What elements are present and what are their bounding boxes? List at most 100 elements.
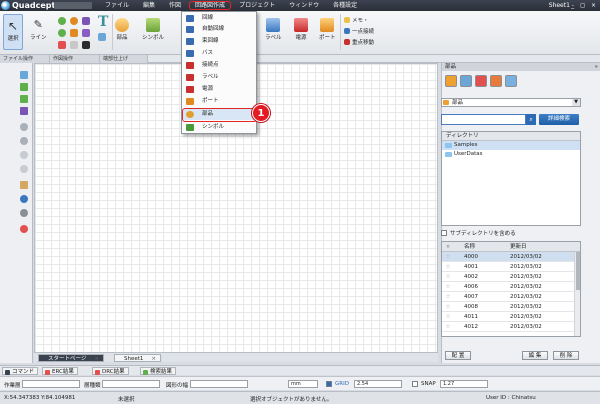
stop-icon[interactable] (20, 225, 28, 233)
grid-checkbox[interactable] (326, 381, 332, 387)
menu-file[interactable]: ファイル (98, 0, 136, 11)
menu-item-junction[interactable]: 接続点 (182, 60, 256, 71)
directory-item[interactable]: Samples (442, 141, 580, 150)
grid-value[interactable]: 2.54 (354, 380, 402, 388)
star-icon[interactable]: ☆ (442, 282, 454, 291)
circle-tool-icon[interactable] (58, 17, 66, 25)
line-tool[interactable]: ✎ ライン (30, 18, 47, 41)
panel-pin-icon[interactable]: » (595, 63, 598, 71)
table-row[interactable]: ☆ 4011 2012/03/02 (442, 312, 580, 322)
name-column-header[interactable]: 名称 (454, 242, 510, 251)
table-row[interactable]: ☆ 4008 2012/03/02 (442, 302, 580, 312)
tab-start-page[interactable]: スタートページ × (38, 354, 104, 362)
table-row[interactable]: ☆ 4006 2012/03/02 (442, 282, 580, 292)
date-column-header[interactable]: 更新日 (510, 242, 570, 251)
label-tool[interactable]: ラベル (265, 18, 282, 41)
table-row[interactable]: ☆ 4012 2012/03/02 (442, 322, 580, 332)
menu-item-bundle-wire[interactable]: 束回線 (182, 36, 256, 47)
zoom-fit-icon[interactable] (20, 151, 28, 159)
window-controls[interactable]: _ ◻ × (571, 0, 598, 11)
memo-command[interactable]: メモ・ (344, 16, 369, 24)
table-row[interactable]: ☆ 4000 2012/03/02 (442, 252, 580, 262)
close-icon[interactable]: × (151, 356, 156, 362)
power-tool[interactable]: 電源 (294, 18, 308, 41)
star-icon[interactable]: ☆ (442, 252, 454, 261)
tab-search-result[interactable]: 検索結果 (140, 367, 177, 375)
panel-footprint-icon[interactable] (475, 75, 487, 87)
tab-erc-result[interactable]: ERC結果 (42, 367, 78, 375)
shape-tool-icon[interactable] (82, 29, 90, 37)
panel-model-icon[interactable] (490, 75, 502, 87)
eraser-tool-icon[interactable] (70, 41, 78, 49)
zoom-in-icon[interactable] (20, 123, 28, 131)
search-icon[interactable]: ⌕ (526, 114, 536, 125)
unit-select[interactable]: mm (288, 380, 318, 388)
snap-value[interactable]: 1.27 (440, 380, 488, 388)
table-row[interactable]: ☆ 4007 2012/03/02 (442, 292, 580, 302)
tab-sheet1[interactable]: Sheet1 × (114, 354, 162, 362)
zoom-out-icon[interactable] (20, 137, 28, 145)
arc-tool-icon[interactable] (70, 17, 78, 25)
menu-item-auto-wire[interactable]: 自動回線 (182, 24, 256, 35)
table-tool-icon[interactable] (98, 33, 106, 41)
directory-item[interactable]: UserDatas (442, 150, 580, 159)
rotation-select[interactable] (190, 380, 248, 388)
star-icon[interactable]: ☆ (442, 272, 454, 281)
include-subdirs-checkbox[interactable] (441, 230, 447, 236)
include-subdirs-option[interactable]: サブディレクトリを含める (441, 229, 516, 237)
table-row[interactable]: ☆ 4001 2012/03/02 (442, 262, 580, 272)
layer-icon[interactable] (20, 107, 28, 115)
star-icon[interactable]: ☆ (442, 322, 454, 331)
sector-tool-icon[interactable] (70, 29, 78, 37)
star-icon[interactable]: ☆ (442, 262, 454, 271)
favorite-column-header[interactable]: ★ (442, 242, 454, 251)
delete-button[interactable]: 削 除 (553, 351, 579, 360)
vertex-move-command[interactable]: 重点移動 (344, 38, 374, 46)
grid-icon[interactable] (20, 195, 28, 203)
menu-item-bus[interactable]: バス (182, 48, 256, 59)
one-point-wire-command[interactable]: 一点接続 (344, 27, 374, 35)
table-row[interactable]: ☆ 4002 2012/03/02 (442, 272, 580, 282)
zoom-area-icon[interactable] (20, 165, 28, 173)
settings-icon[interactable] (20, 209, 28, 217)
menu-draw[interactable]: 作図 (162, 0, 188, 11)
menu-item-label[interactable]: ラベル (182, 72, 256, 83)
menu-item-wire[interactable]: 回線 (182, 13, 256, 24)
menu-item-power[interactable]: 電源 (182, 84, 256, 95)
image-tool-icon[interactable] (58, 41, 66, 49)
ellipse-tool-icon[interactable] (58, 29, 66, 37)
advanced-search-button[interactable]: 詳細検索 (539, 114, 579, 125)
select-tool[interactable]: ↖ 選択 (3, 14, 23, 50)
tab-command[interactable]: コマンド (2, 367, 39, 375)
menu-item-symbol[interactable]: シンボル (182, 122, 256, 133)
panel-symbol-icon[interactable] (460, 75, 472, 87)
close-icon[interactable]: × (94, 356, 99, 362)
scroll-thumb[interactable] (576, 252, 580, 290)
snap-checkbox[interactable] (412, 381, 418, 387)
menu-edit[interactable]: 編集 (136, 0, 162, 11)
layer-select[interactable] (22, 380, 80, 388)
menu-window[interactable]: ウィンドウ (282, 0, 326, 11)
category-select[interactable]: 部品 ▼ (441, 98, 581, 107)
measure-icon[interactable] (20, 181, 28, 189)
search-input[interactable] (441, 114, 526, 125)
linetype-select[interactable] (102, 380, 160, 388)
arrow-right-icon[interactable] (20, 95, 28, 103)
chevron-down-icon[interactable]: ▼ (572, 99, 580, 106)
panel-library-icon[interactable] (505, 75, 517, 87)
menu-item-part[interactable]: 部品 (182, 108, 257, 122)
menu-project[interactable]: プロジェクト (232, 0, 282, 11)
table-scrollbar[interactable] (574, 252, 580, 336)
text-tool-icon[interactable]: T (98, 14, 108, 30)
panel-part-icon[interactable] (445, 75, 457, 87)
star-icon[interactable]: ☆ (442, 292, 454, 301)
fill-tool-icon[interactable] (82, 41, 90, 49)
polygon-tool-icon[interactable] (82, 17, 90, 25)
app-logo[interactable]: Quadcept (1, 0, 55, 11)
menu-settings[interactable]: 各種設定 (326, 0, 364, 11)
menu-item-port[interactable]: ポート (182, 96, 256, 107)
place-button[interactable]: 配 置 (445, 351, 471, 360)
star-icon[interactable]: ☆ (442, 312, 454, 321)
part-tool[interactable]: 部品 (115, 18, 129, 41)
star-icon[interactable]: ☆ (442, 302, 454, 311)
